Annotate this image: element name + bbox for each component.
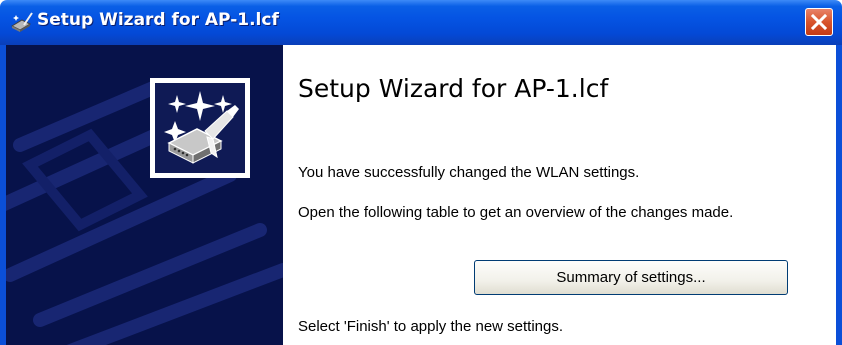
summary-of-settings-button[interactable]: Summary of settings... — [474, 260, 788, 295]
device-magic-wand-icon — [155, 83, 245, 173]
wizard-side-panel — [0, 45, 283, 345]
window-right-border — [836, 45, 842, 345]
success-message: You have successfully changed the WLAN s… — [298, 164, 640, 181]
page-title: Setup Wizard for AP-1.lcf — [298, 74, 609, 103]
setup-wizard-window: Setup Wizard for AP-1.lcf Setup Wizard f… — [0, 0, 842, 345]
wizard-content: Setup Wizard for AP-1.lcf You have succe… — [283, 45, 836, 345]
window-left-border — [0, 45, 6, 345]
wizard-icon-frame — [150, 78, 250, 178]
wizard-app-icon — [10, 11, 34, 33]
close-button[interactable] — [805, 8, 833, 36]
window-title: Setup Wizard for AP-1.lcf — [37, 10, 279, 30]
finish-instruction: Select 'Finish' to apply the new setting… — [298, 318, 564, 335]
title-bar[interactable]: Setup Wizard for AP-1.lcf — [0, 0, 842, 45]
overview-message: Open the following table to get an overv… — [298, 204, 734, 221]
